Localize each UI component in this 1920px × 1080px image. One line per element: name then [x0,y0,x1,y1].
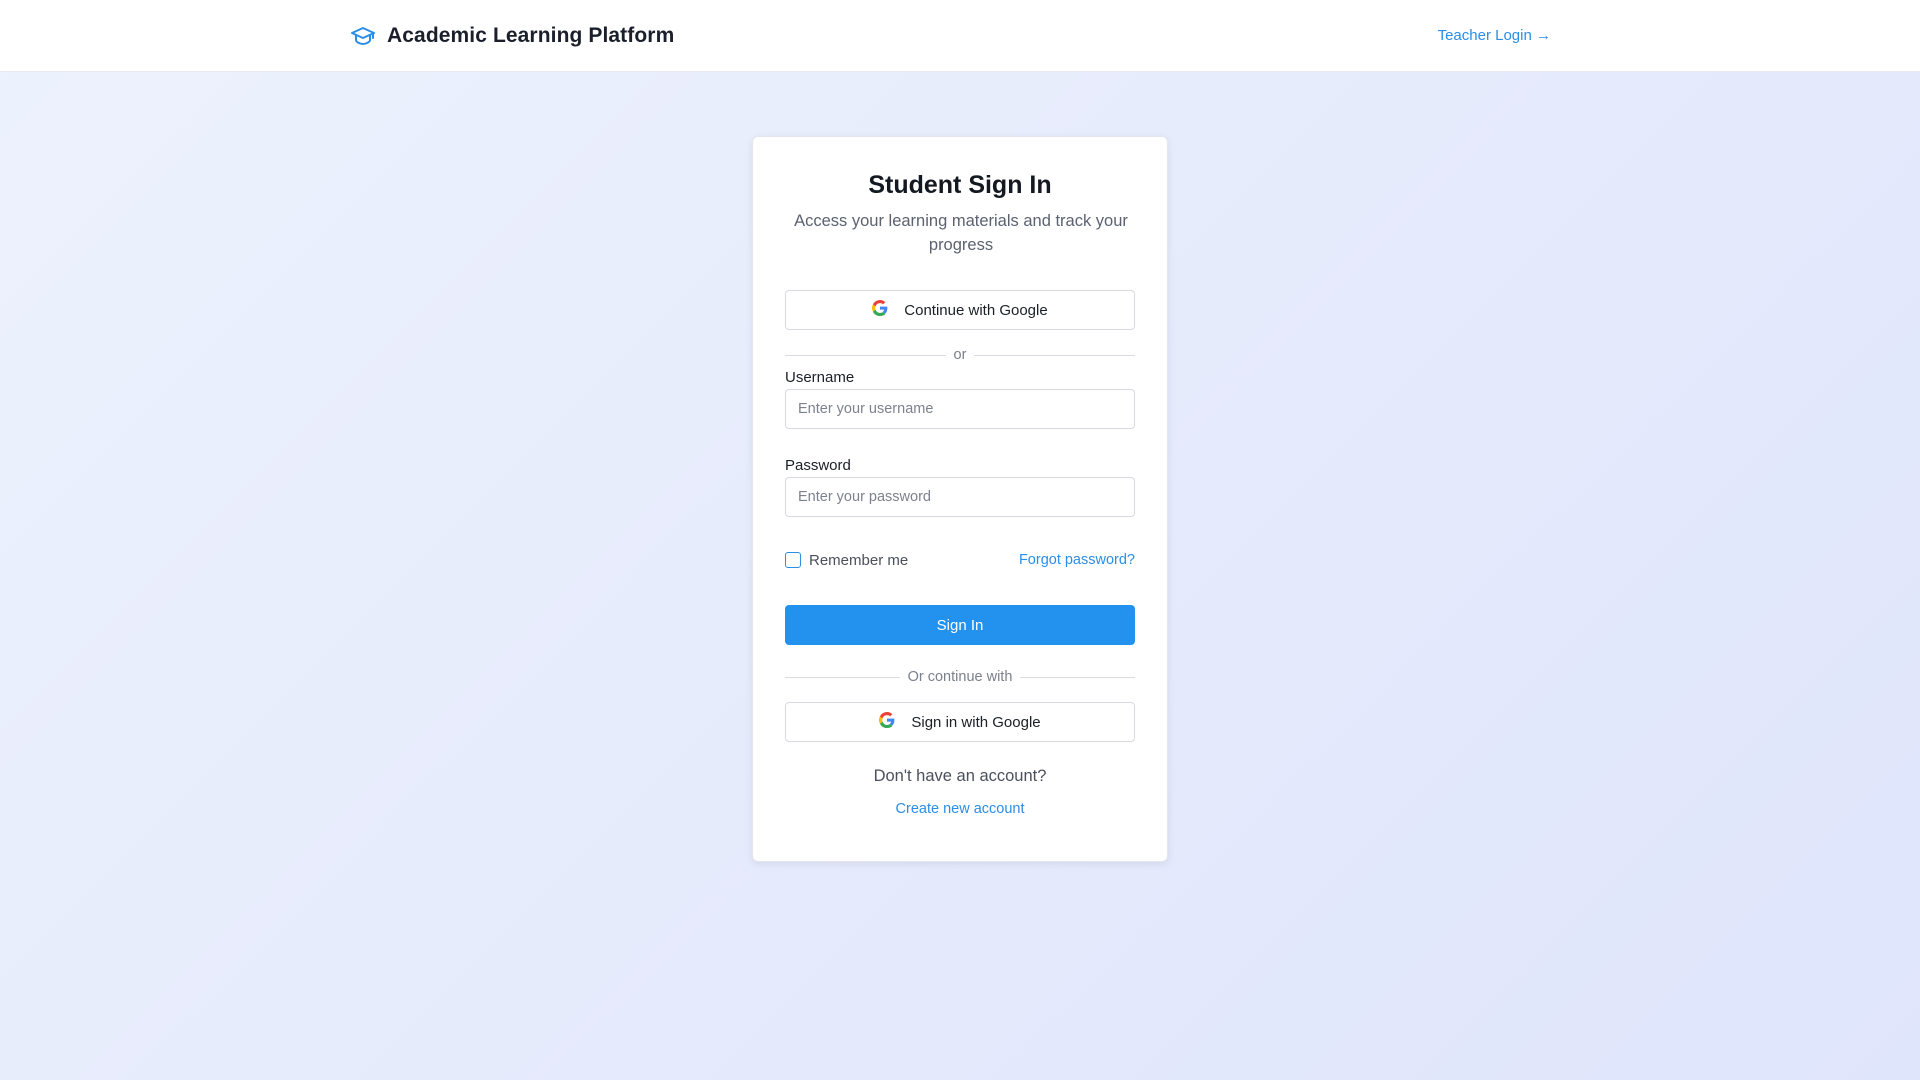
divider-line [785,354,946,356]
username-label: Username [785,369,855,386]
graduation-cap-icon [351,26,375,46]
top-header: Academic Learning Platform Teacher Login… [0,0,1920,72]
remember-me[interactable]: Remember me [785,551,908,569]
google-icon [879,712,911,732]
divider-line [974,354,1135,356]
divider-or-text: or [953,347,967,363]
remember-me-label: Remember me [809,551,909,569]
no-account-text: Don't have an account? [873,767,1047,785]
teacher-login-link[interactable]: Teacher Login → [1438,27,1551,44]
sign-in-with-google-button[interactable]: Sign in with Google [785,702,1135,742]
continue-with-google-button[interactable]: Continue with Google [785,290,1135,330]
google-icon [872,300,904,320]
brand-title: Academic Learning Platform [387,24,675,47]
divider-continue-text: Or continue with [907,669,1013,685]
password-label: Password [785,457,851,474]
forgot-password-link[interactable]: Forgot password? [1019,552,1135,568]
divider-line [785,676,900,678]
brand: Academic Learning Platform [351,23,674,49]
remember-me-checkbox[interactable] [785,552,801,568]
continue-with-google-label: Continue with Google [904,301,1048,319]
password-input[interactable] [785,477,1135,517]
username-input[interactable] [785,389,1135,429]
card-title: Student Sign In [868,171,1052,199]
continue-divider: Or continue with [785,669,1135,685]
create-account-link[interactable]: Create new account [753,801,1167,817]
sign-in-with-google-label: Sign in with Google [911,713,1041,731]
sign-in-button[interactable]: Sign In [785,605,1135,645]
divider-line [1020,676,1135,678]
sign-in-card: Student Sign In Access your learning mat… [752,136,1168,862]
card-subtitle: Access your learning materials and track… [794,212,1128,254]
or-divider: or [785,347,1135,363]
